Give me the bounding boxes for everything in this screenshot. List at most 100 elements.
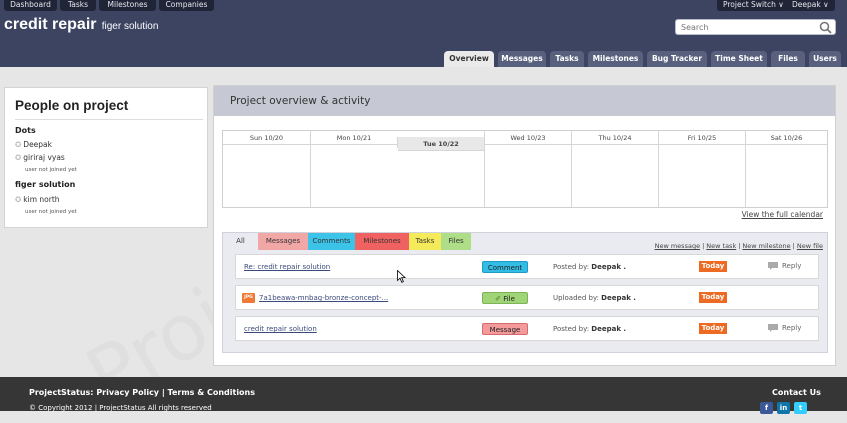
calendar-day[interactable]: Mon 10/21: [310, 131, 397, 207]
company-label: figer solution: [15, 180, 76, 189]
tab-users[interactable]: Users: [809, 51, 841, 67]
user-menu[interactable]: Deepak ∨: [786, 0, 835, 11]
terms-link[interactable]: Terms & Conditions: [168, 388, 255, 397]
calendar-day-label: Thu 10/24: [572, 131, 658, 145]
posted-by: Posted by: Deepak .: [553, 263, 626, 271]
uploaded-by: Uploaded by: Deepak .: [553, 294, 636, 302]
today-badge: Today: [699, 261, 727, 272]
star-icon: ✪: [15, 153, 22, 162]
tab-time-sheet[interactable]: Time Sheet: [711, 51, 767, 67]
people-panel: People on project Dots ✪ Deepak ✪ giriraj …: [4, 87, 208, 228]
project-name: credit repair: [4, 16, 97, 33]
link-separator: |: [738, 242, 741, 250]
type-badge-message: Message: [482, 323, 528, 335]
filter-tab-files[interactable]: Files: [441, 233, 471, 250]
chevron-down-icon: ∨: [778, 0, 784, 9]
calendar-day-label: Wed 10/23: [485, 131, 571, 145]
filter-tab-all[interactable]: All: [223, 233, 258, 250]
posted-by-label: Posted by:: [553, 325, 590, 333]
new-file-link[interactable]: New file: [797, 242, 823, 250]
calendar-day-label: Mon 10/21: [311, 131, 397, 145]
calendar-day[interactable]: Wed 10/23: [484, 131, 571, 207]
activity-title-link[interactable]: Re: credit repair solution: [244, 263, 330, 271]
type-badge-comment: Comment: [482, 261, 528, 273]
calendar-day[interactable]: Sat 10/26: [745, 131, 827, 207]
chevron-down-icon: ∨: [823, 0, 829, 9]
posted-by-user: Deepak .: [591, 263, 627, 271]
twitter-icon[interactable]: t: [794, 402, 807, 414]
type-badge-label: File: [503, 295, 515, 303]
linkedin-icon[interactable]: in: [777, 402, 790, 414]
person-item[interactable]: ✪ kim north: [15, 195, 60, 204]
jpg-file-icon: JPG: [242, 293, 255, 303]
paperclip-icon: ✐: [495, 295, 501, 303]
new-milestone-link[interactable]: New milestone: [742, 242, 790, 250]
uploaded-by-user: Deepak .: [601, 294, 636, 302]
activity-title-link[interactable]: 7a1beawa-mnbag-bronze-concept-...: [259, 294, 388, 302]
new-message-link[interactable]: New message: [655, 242, 700, 250]
top-nav-tasks[interactable]: Tasks: [60, 0, 96, 11]
person-item[interactable]: ✪ Deepak: [15, 140, 52, 149]
activity-feed: All Messages Comments Milestones Tasks F…: [222, 232, 828, 353]
top-nav-milestones[interactable]: Milestones: [99, 0, 156, 11]
star-icon: ✪: [15, 195, 22, 204]
person-note: user not joined yet: [25, 167, 77, 173]
tab-tasks[interactable]: Tasks: [550, 51, 584, 67]
search-input[interactable]: [676, 20, 816, 34]
filter-tab-milestones[interactable]: Milestones: [355, 233, 409, 250]
tab-files[interactable]: Files: [771, 51, 805, 67]
reply-label: Reply: [782, 324, 802, 332]
privacy-policy-link[interactable]: Privacy Policy: [96, 388, 159, 397]
search-icon[interactable]: [819, 21, 832, 34]
reply-button[interactable]: Reply: [768, 324, 801, 332]
page-footer: ProjectStatus: Privacy Policy | Terms & …: [0, 377, 847, 414]
tab-milestones[interactable]: Milestones: [588, 51, 643, 67]
today-badge: Today: [699, 292, 727, 303]
view-full-calendar-link[interactable]: View the full calendar: [742, 210, 823, 219]
link-separator: |: [792, 242, 795, 250]
filter-tab-tasks[interactable]: Tasks: [409, 233, 441, 250]
activity-row: credit repair solution Message Posted by…: [235, 316, 819, 341]
overview-panel: Project overview & activity Sun 10/20 Mo…: [213, 85, 836, 366]
type-badge-file: ✐ File: [482, 292, 528, 304]
person-name: kim north: [23, 195, 60, 204]
project-title: credit repair figer solution: [4, 16, 158, 34]
calendar-day-label: Sat 10/26: [746, 131, 827, 145]
calendar-day-today[interactable]: Tue 10/22: [397, 137, 484, 151]
company-name: figer solution: [101, 21, 159, 32]
project-switch-menu[interactable]: Project Switch ∨: [717, 0, 790, 11]
posted-by-user: Deepak .: [591, 325, 627, 333]
company-label: Dots: [15, 126, 36, 135]
facebook-icon[interactable]: f: [760, 402, 773, 414]
link-separator: |: [702, 242, 705, 250]
footer-brand: ProjectStatus:: [29, 388, 94, 397]
top-nav-dashboard[interactable]: Dashboard: [4, 0, 57, 11]
filter-tab-messages[interactable]: Messages: [258, 233, 308, 250]
activity-row: JPG 7a1beawa-mnbag-bronze-concept-... ✐ …: [235, 285, 819, 310]
new-task-link[interactable]: New task: [706, 242, 736, 250]
app-header: Dashboard Tasks Milestones Companies Pro…: [0, 0, 847, 67]
divider: [15, 119, 203, 120]
posted-by: Posted by: Deepak .: [553, 325, 626, 333]
contact-us-link[interactable]: Contact Us: [772, 388, 821, 397]
comment-icon: [768, 324, 778, 332]
calendar-day[interactable]: Sun 10/20: [223, 131, 310, 207]
overview-header: Project overview & activity: [214, 86, 835, 116]
tab-messages[interactable]: Messages: [498, 51, 546, 67]
people-panel-title: People on project: [15, 98, 129, 113]
tab-bug-tracker[interactable]: Bug Tracker: [647, 51, 707, 67]
uploaded-by-label: Uploaded by:: [553, 294, 599, 302]
star-icon: ✪: [15, 140, 22, 149]
tab-overview[interactable]: Overview: [444, 51, 494, 67]
reply-button[interactable]: Reply: [768, 262, 801, 270]
calendar-day[interactable]: Thu 10/24: [571, 131, 658, 207]
search-box: [675, 19, 836, 35]
person-note: user not joined yet: [25, 209, 77, 215]
person-item[interactable]: ✪ giriraj vyas: [15, 153, 65, 162]
project-switch-label: Project Switch: [723, 0, 776, 9]
filter-tab-comments[interactable]: Comments: [308, 233, 355, 250]
activity-title-link[interactable]: credit repair solution: [244, 325, 317, 333]
calendar-day-label: Tue 10/22: [398, 137, 484, 151]
calendar-day[interactable]: Fri 10/25: [658, 131, 745, 207]
top-nav-companies[interactable]: Companies: [159, 0, 214, 11]
